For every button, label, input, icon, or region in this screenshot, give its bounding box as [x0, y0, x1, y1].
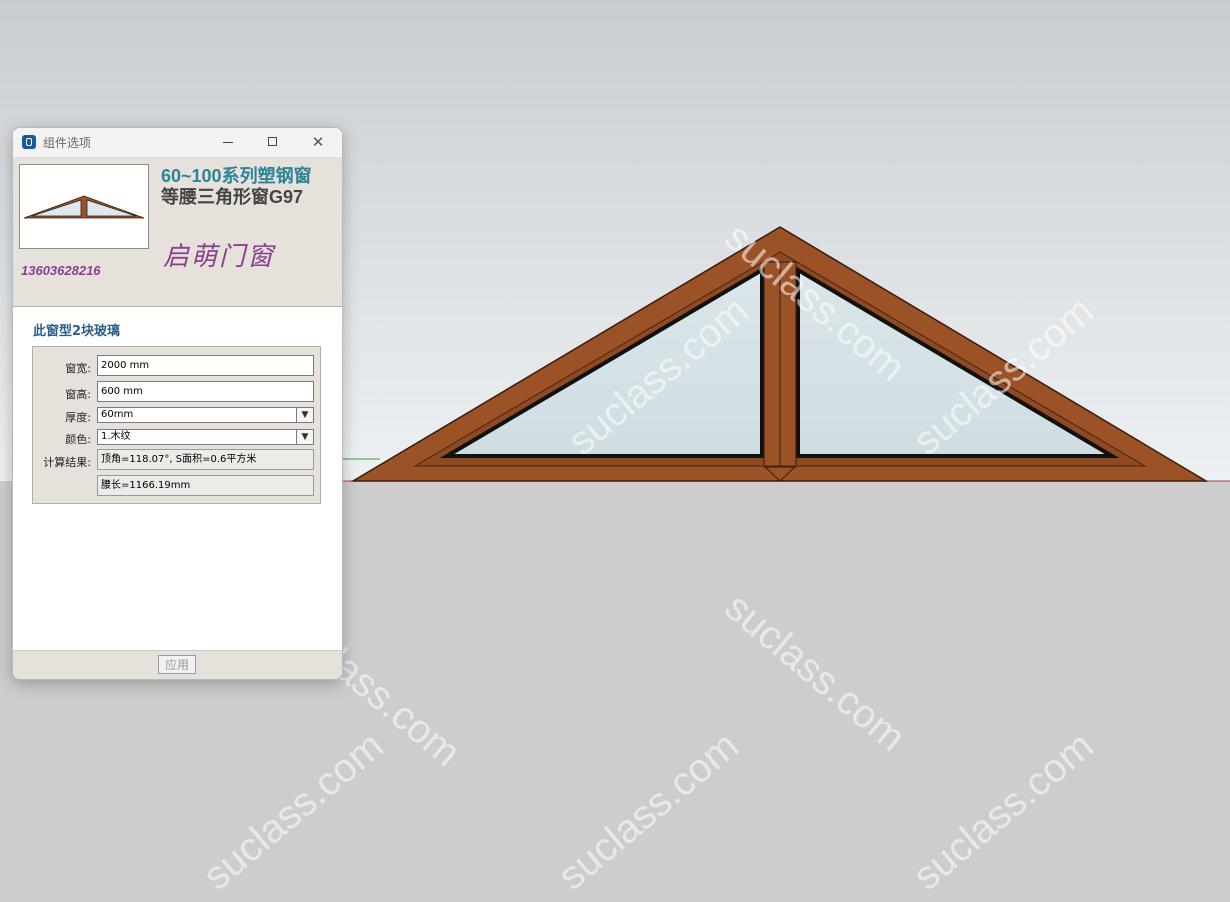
- color-value: 1.木纹: [101, 431, 131, 442]
- brand-name: 启萌门窗: [163, 242, 276, 272]
- thickness-select[interactable]: 60mm ▼: [97, 407, 314, 423]
- result-label: 计算结果:: [43, 456, 91, 469]
- color-select[interactable]: 1.木纹 ▼: [97, 429, 314, 445]
- title-bar[interactable]: 组件选项 ✕: [13, 128, 342, 158]
- component-options-dialog: 组件选项 ✕ 60~100系列塑钢窗 等腰三角形窗G97 启萌门窗 136036…: [12, 127, 343, 680]
- width-input[interactable]: 2000 mm: [97, 355, 314, 376]
- maximize-button[interactable]: [260, 132, 286, 152]
- close-button[interactable]: ✕: [305, 132, 331, 152]
- width-label: 窗宽:: [65, 362, 91, 375]
- chevron-down-icon[interactable]: ▼: [296, 430, 313, 444]
- product-name-title: 等腰三角形窗G97: [161, 187, 304, 207]
- apply-button[interactable]: 应用: [158, 655, 196, 674]
- window-title: 组件选项: [43, 136, 92, 150]
- result-leg-length: 腰长=1166.19mm: [97, 475, 314, 496]
- component-header: 60~100系列塑钢窗 等腰三角形窗G97 启萌门窗 13603628216: [13, 158, 342, 307]
- chevron-down-icon[interactable]: ▼: [296, 408, 313, 422]
- thickness-value: 60mm: [101, 409, 134, 420]
- thickness-label: 厚度:: [65, 411, 91, 424]
- glass-count-note: 此窗型2块玻璃: [33, 324, 121, 339]
- options-form: 窗宽: 2000 mm 窗高: 600 mm 厚度: 60mm ▼ 颜色: 1.…: [32, 346, 321, 504]
- phone-number: 13603628216: [21, 263, 101, 278]
- color-label: 颜色:: [65, 433, 91, 446]
- height-input[interactable]: 600 mm: [97, 381, 314, 402]
- sketchup-app-icon: [22, 135, 36, 149]
- dialog-footer: 应用: [13, 650, 342, 679]
- height-label: 窗高:: [65, 388, 91, 401]
- component-thumbnail: [19, 164, 149, 249]
- result-apex-area: 顶角=118.07°, S面积=0.6平方米: [97, 449, 314, 470]
- minimize-button[interactable]: [215, 132, 241, 152]
